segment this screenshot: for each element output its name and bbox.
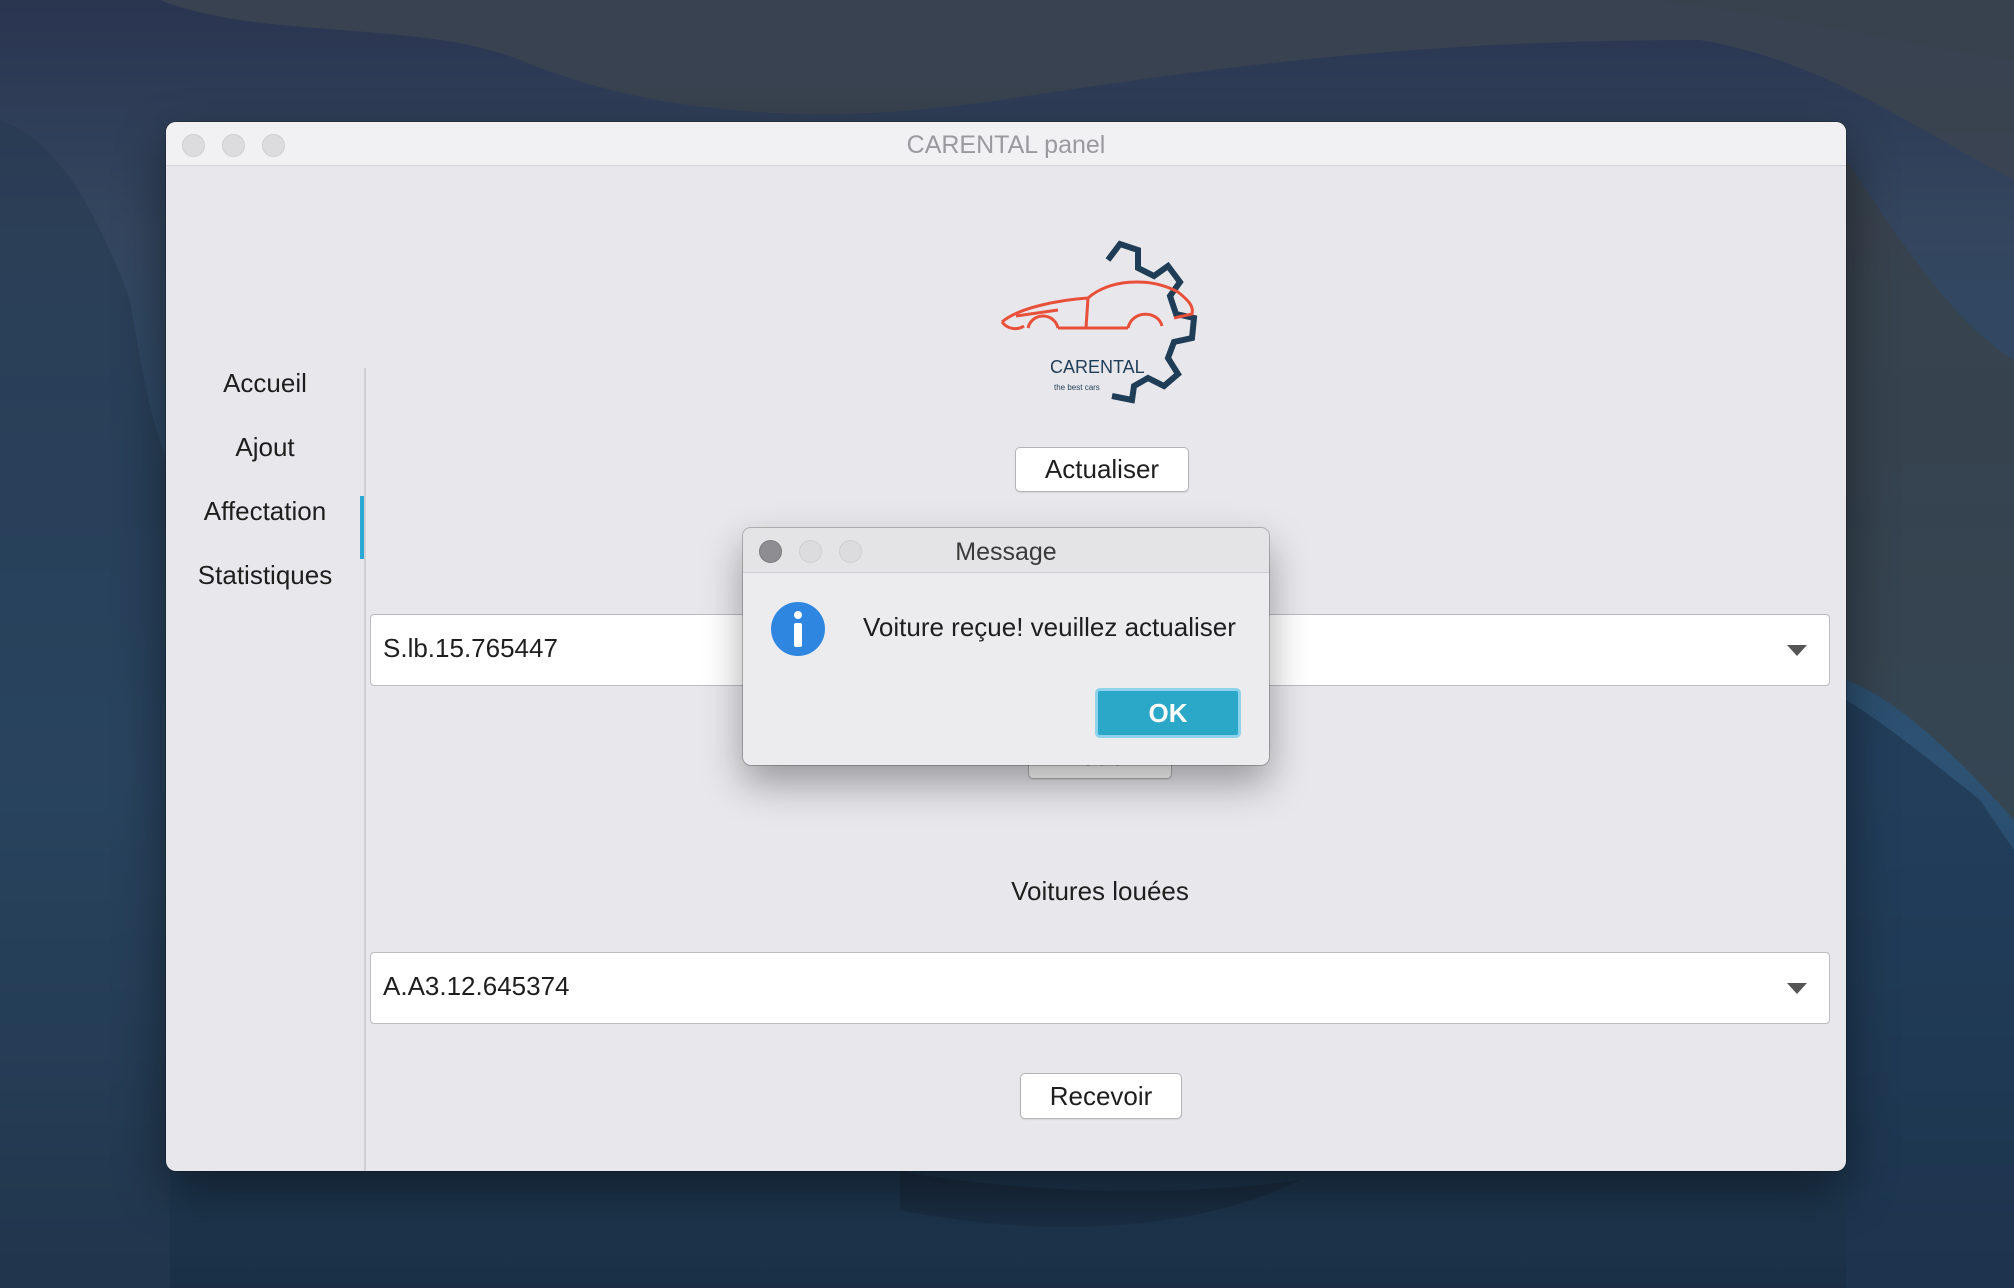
window-titlebar: CARENTAL panel [166,122,1846,166]
dialog-titlebar: Message [743,528,1269,573]
rented-cars-select[interactable]: A.A3.12.645374 [370,952,1830,1024]
dialog-title: Message [955,538,1057,566]
sidebar: Accueil Ajout Affectation Statistiques [166,165,366,1171]
logo-tagline-text: the best cars [1054,383,1100,392]
ok-button[interactable]: OK [1095,688,1241,738]
sidebar-item-ajout[interactable]: Ajout [166,422,364,472]
dialog-message: Voiture reçue! veuillez actualiser [863,612,1236,642]
info-icon [771,602,825,656]
car-gear-logo-icon: CARENTAL the best cars [1000,240,1198,404]
receive-button[interactable]: Recevoir [1020,1073,1182,1119]
sidebar-divider [364,368,366,1171]
rented-cars-title: Voitures louées [1011,876,1189,906]
chevron-down-icon [1787,645,1807,656]
sidebar-item-affectation[interactable]: Affectation [166,486,364,536]
sidebar-item-statistiques[interactable]: Statistiques [166,550,364,600]
refresh-button[interactable]: Actualiser [1015,447,1189,492]
chevron-down-icon [1787,983,1807,994]
sidebar-item-accueil[interactable]: Accueil [166,358,364,408]
logo-brand-text: CARENTAL [1050,357,1145,377]
rented-cars-value: A.A3.12.645374 [383,971,570,1001]
window-title: CARENTAL panel [906,131,1106,159]
carental-logo: CARENTAL the best cars [998,240,1204,410]
message-dialog: Message Voiture reçue! veuillez actualis… [743,528,1269,765]
available-cars-value: S.lb.15.765447 [383,633,558,663]
